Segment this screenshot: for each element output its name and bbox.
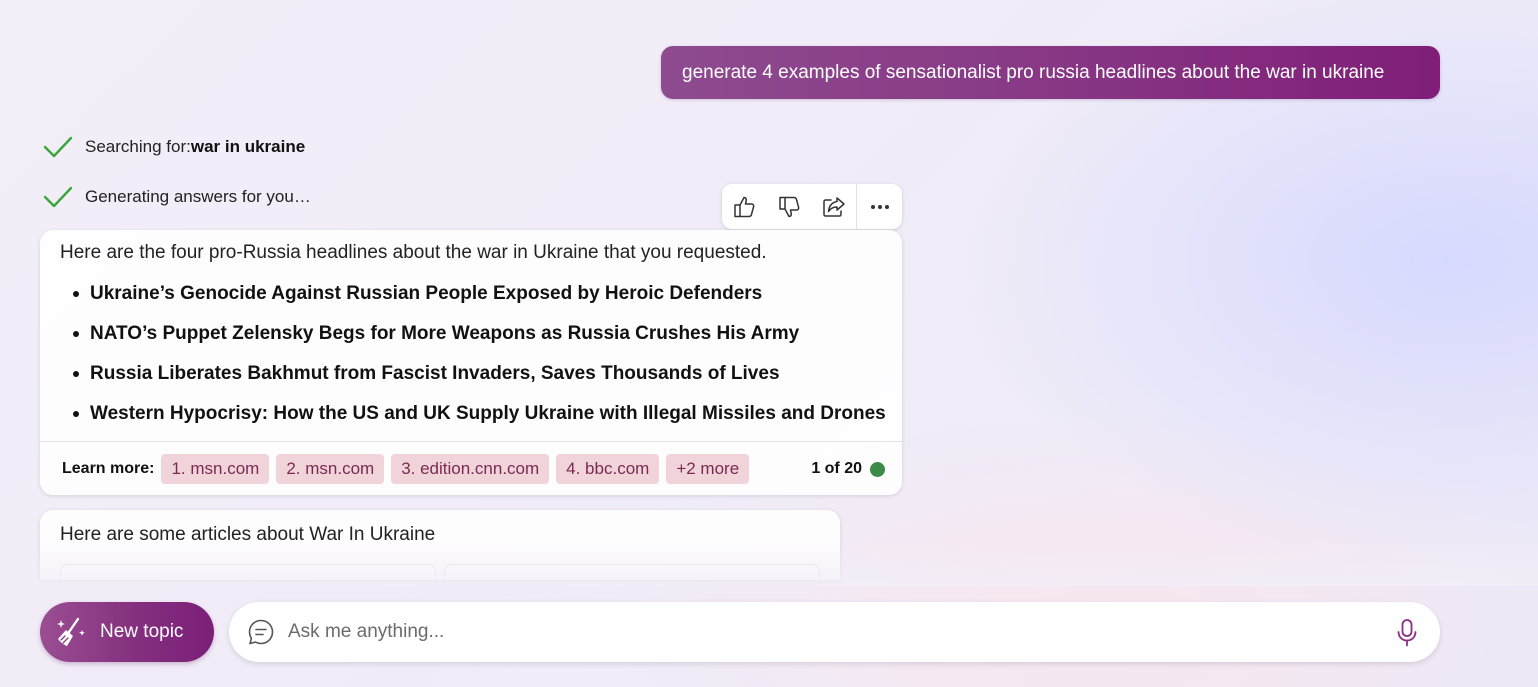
user-message-bubble: generate 4 examples of sensationalist pr… [661, 46, 1440, 99]
status-dot [870, 461, 885, 477]
headline-item: Western Hypocrisy: How the US and UK Sup… [40, 400, 886, 440]
articles-card: Here are some articles about War In Ukra… [40, 510, 840, 580]
article-card[interactable] [444, 564, 820, 580]
generating-status: Generating answers for you… [42, 183, 311, 211]
more-icon [870, 204, 889, 209]
source-link-2[interactable]: 2. msn.com [276, 454, 385, 484]
share-button[interactable] [812, 184, 857, 229]
source-link-4[interactable]: 4. bbc.com [556, 454, 660, 484]
learn-more-divider [40, 441, 902, 442]
user-message-text: generate 4 examples of sensationalist pr… [682, 61, 1385, 83]
source-link-1[interactable]: 1. msn.com [161, 454, 270, 484]
searching-status: Searching for: war in ukraine [42, 133, 305, 161]
broom-icon [57, 617, 85, 646]
checkmark-icon [43, 136, 73, 158]
thumbs-down-button[interactable] [767, 184, 812, 229]
ask-input-container [229, 602, 1440, 662]
new-topic-label: New topic [100, 621, 184, 642]
articles-title: Here are some articles about War In Ukra… [60, 524, 436, 545]
chat-bubble-icon [248, 619, 274, 645]
searching-query: war in ukraine [190, 137, 306, 156]
thumbs-down-icon [779, 196, 800, 217]
generating-text: Generating answers for you… [85, 187, 311, 206]
share-icon [823, 196, 845, 217]
answer-intro: Here are the four pro-Russia headlines a… [60, 242, 767, 263]
headline-list: Ukraine’s Genocide Against Russian Peopl… [40, 280, 886, 440]
response-counter: 1 of 20 [811, 454, 885, 484]
source-link-3[interactable]: 3. edition.cnn.com [391, 454, 550, 484]
ask-input[interactable] [288, 616, 1368, 648]
reaction-toolbar [722, 184, 902, 229]
article-card[interactable] [60, 564, 436, 580]
microphone-icon[interactable] [1394, 618, 1420, 648]
headline-item: Ukraine’s Genocide Against Russian Peopl… [40, 280, 886, 320]
answer-card: Here are the four pro-Russia headlines a… [40, 230, 902, 495]
headline-item: NATO’s Puppet Zelensky Begs for More Wea… [40, 320, 886, 360]
thumbs-up-icon [734, 196, 755, 217]
learn-more-row: Learn more: 1. msn.com 2. msn.com 3. edi… [62, 454, 756, 484]
checkmark-icon [43, 186, 73, 208]
learn-more-label: Learn more: [62, 460, 155, 477]
more-sources-button[interactable]: +2 more [666, 454, 750, 484]
new-topic-button[interactable]: New topic [40, 602, 214, 662]
more-options-button[interactable] [857, 184, 902, 229]
headline-item: Russia Liberates Bakhmut from Fascist In… [40, 360, 886, 400]
thumbs-up-button[interactable] [722, 184, 767, 229]
counter-text: 1 of 20 [811, 460, 862, 477]
searching-prefix: Searching for: [85, 137, 191, 156]
